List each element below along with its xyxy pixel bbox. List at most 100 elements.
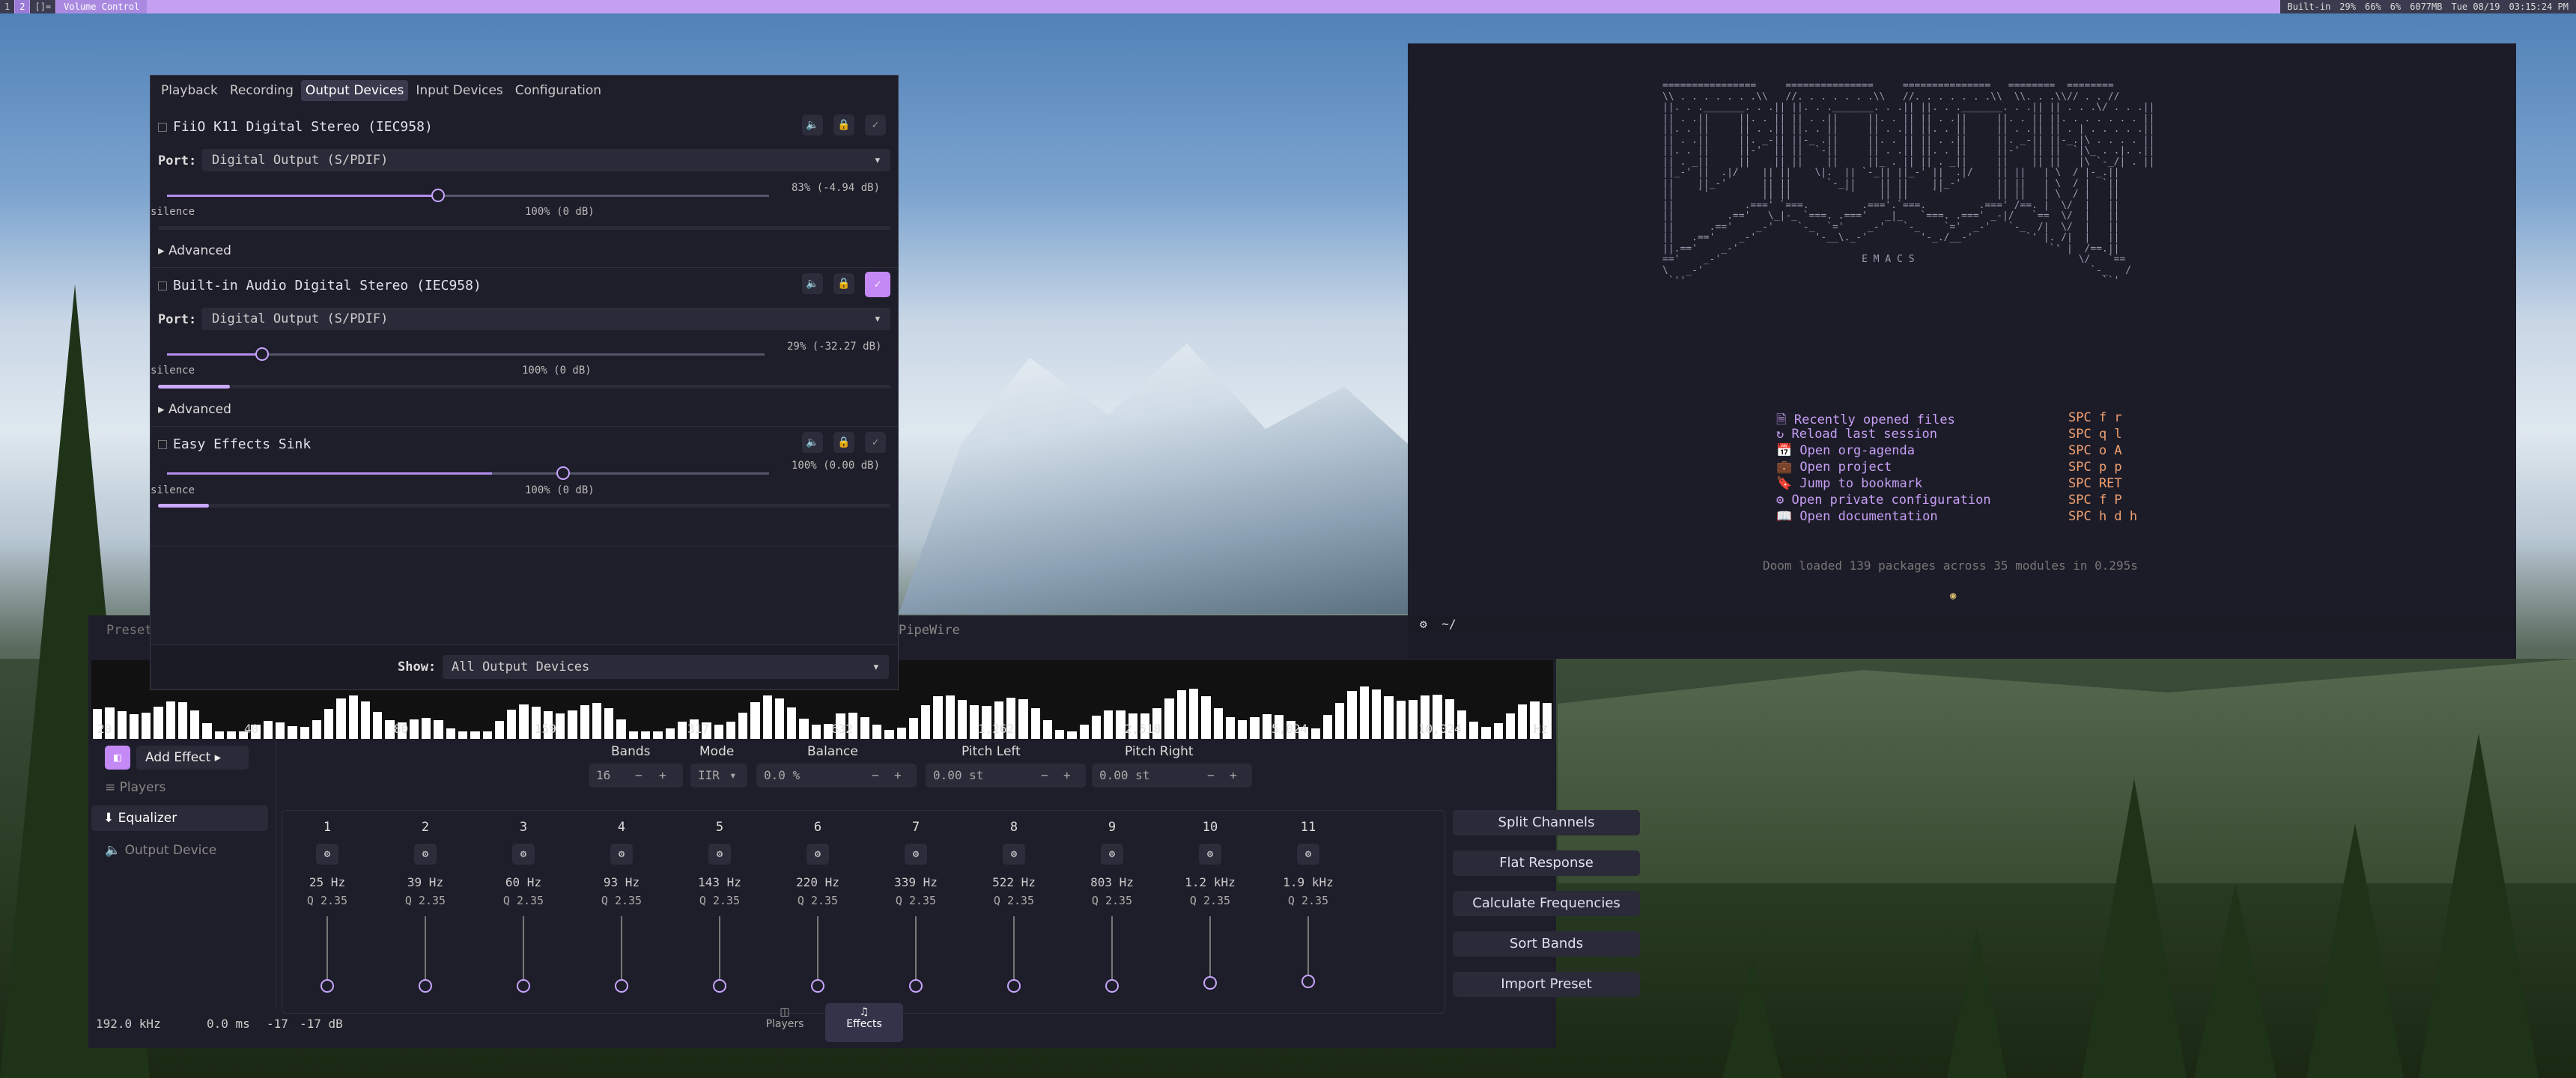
band-gain-slider[interactable] [1307, 916, 1309, 981]
band-gain-slider[interactable] [425, 916, 426, 981]
band-frequency: 339 Hz [894, 875, 938, 889]
tab-configuration[interactable]: Configuration [511, 80, 606, 101]
bands-spinner[interactable]: 16 − + [589, 764, 683, 788]
band-gain-handle[interactable] [1301, 975, 1315, 988]
gear-icon[interactable]: ⚙ [512, 844, 535, 865]
volume-slider-handle[interactable] [556, 466, 570, 480]
tab-input-devices[interactable]: Input Devices [411, 80, 507, 101]
gear-icon[interactable]: ⚙ [414, 844, 437, 865]
import-preset-button[interactable]: Import Preset [1453, 972, 1640, 997]
lock-icon[interactable]: 🔒 [833, 432, 854, 453]
tab-output-devices[interactable]: Output Devices [300, 80, 409, 101]
minus-icon[interactable]: − [635, 764, 643, 788]
set-default-button[interactable]: ✓ [865, 272, 890, 297]
pipewire-label[interactable]: PipeWire [899, 623, 960, 638]
band-gain-slider[interactable] [1209, 916, 1211, 981]
band-gain-handle[interactable] [615, 979, 628, 993]
sidebar-item-label: Players [119, 780, 166, 795]
minus-icon[interactable]: − [1207, 764, 1215, 788]
mode-dropdown[interactable]: IIR ▾ [690, 764, 747, 788]
volume-slider[interactable] [167, 195, 769, 197]
band-gain-slider[interactable] [326, 916, 328, 981]
set-default-button[interactable]: ✓ [865, 432, 886, 453]
workspace-1[interactable]: 1 [0, 0, 15, 13]
sidebar-item-output-device[interactable]: 🔈 Output Device [105, 843, 216, 858]
split-channels-button[interactable]: Split Channels [1453, 810, 1640, 835]
plus-icon[interactable]: + [1063, 764, 1071, 788]
plus-icon[interactable]: + [1230, 764, 1237, 788]
mute-button[interactable]: 🔈 [802, 115, 823, 135]
flat-response-button[interactable]: Flat Response [1453, 850, 1640, 876]
device-checkbox[interactable] [158, 281, 167, 290]
gear-icon[interactable]: ⚙ [806, 844, 829, 865]
band-gain-handle[interactable] [1105, 979, 1119, 993]
mute-button[interactable]: 🔈 [802, 273, 823, 294]
preset-label[interactable]: Preset [106, 623, 152, 638]
band-gain-handle[interactable] [909, 979, 923, 993]
minus-icon[interactable]: − [1041, 764, 1048, 788]
sort-bands-button[interactable]: Sort Bands [1453, 931, 1640, 957]
add-effect-button[interactable]: Add Effect ▸ [136, 746, 249, 770]
volume-slider-handle[interactable] [431, 189, 446, 202]
show-dropdown[interactable]: All Output Devices ▾ [443, 655, 889, 679]
volume-slider[interactable] [167, 472, 769, 475]
device-checkbox[interactable] [158, 123, 167, 132]
band-gain-slider[interactable] [915, 916, 917, 981]
tab-playback[interactable]: Playback [157, 80, 222, 101]
dashboard-item[interactable]: ↻ Reload last session SPC q l [1776, 427, 2166, 442]
volume-slider-handle[interactable] [255, 347, 269, 361]
band-gain-handle[interactable] [321, 979, 334, 993]
bottom-tab-players[interactable]: ◫ Players [756, 1003, 813, 1042]
band-gain-handle[interactable] [1007, 979, 1021, 993]
band-gain-handle[interactable] [1203, 976, 1217, 990]
dashboard-item[interactable]: 💼 Open project SPC p p [1776, 460, 2166, 475]
gear-icon[interactable]: ⚙ [905, 844, 927, 865]
minus-icon[interactable]: − [872, 764, 879, 788]
band-gain-slider[interactable] [1013, 916, 1015, 981]
lock-icon[interactable]: 🔒 [833, 115, 854, 135]
dashboard-item[interactable]: ⚙ Open private configuration SPC f P [1776, 493, 2166, 508]
band-gain-handle[interactable] [517, 979, 530, 993]
pitch-left-spinner[interactable]: 0.00 st − + [926, 764, 1086, 788]
gear-icon[interactable]: ⚙ [1199, 844, 1221, 865]
tab-recording[interactable]: Recording [225, 80, 298, 101]
pitch-right-spinner[interactable]: 0.00 st − + [1092, 764, 1252, 788]
band-gain-handle[interactable] [419, 979, 432, 993]
sidebar-item-equalizer[interactable]: ⬇ Equalizer [91, 806, 268, 831]
advanced-expander[interactable]: ▸ Advanced [158, 243, 231, 258]
gear-icon[interactable]: ⚙ [610, 844, 633, 865]
plus-icon[interactable]: + [894, 764, 902, 788]
layout-indicator[interactable]: []= [30, 0, 56, 13]
mute-button[interactable]: 🔈 [802, 432, 823, 453]
band-gain-slider[interactable] [817, 916, 818, 981]
band-gain-slider[interactable] [1111, 916, 1113, 981]
sidebar-toggle-button[interactable]: ◧ [105, 746, 130, 770]
gear-icon[interactable]: ⚙ [316, 844, 338, 865]
dashboard-item[interactable]: 📅 Open org-agenda SPC o A [1776, 443, 2166, 458]
calculate-frequencies-button[interactable]: Calculate Frequencies [1453, 891, 1640, 916]
device-checkbox[interactable] [158, 440, 167, 449]
workspace-2[interactable]: 2 [15, 0, 30, 13]
port-dropdown[interactable]: Digital Output (S/PDIF) ▾ [201, 308, 890, 330]
port-dropdown[interactable]: Digital Output (S/PDIF) ▾ [201, 149, 890, 171]
volume-level: 29% [2339, 1, 2356, 12]
band-gain-slider[interactable] [621, 916, 622, 981]
dashboard-item[interactable]: 📖 Open documentation SPC h d h [1776, 509, 2166, 524]
chevron-down-icon: ▾ [873, 153, 881, 168]
gear-icon[interactable]: ⚙ [1297, 844, 1319, 865]
lock-icon[interactable]: 🔒 [833, 273, 854, 294]
plus-icon[interactable]: + [659, 764, 666, 788]
sidebar-item-players[interactable]: ≡ Players [105, 780, 165, 795]
band-gain-handle[interactable] [811, 979, 824, 993]
bottom-tab-effects[interactable]: ♫ Effects [825, 1003, 903, 1042]
gear-icon[interactable]: ⚙ [1003, 844, 1025, 865]
band-gain-slider[interactable] [719, 916, 720, 981]
gear-icon[interactable]: ⚙ [708, 844, 731, 865]
advanced-expander[interactable]: ▸ Advanced [158, 402, 231, 417]
dashboard-item[interactable]: 🔖 Jump to bookmark SPC RET [1776, 476, 2166, 491]
band-gain-handle[interactable] [713, 979, 726, 993]
set-default-button[interactable]: ✓ [865, 115, 886, 135]
band-gain-slider[interactable] [523, 916, 524, 981]
gear-icon[interactable]: ⚙ [1101, 844, 1123, 865]
balance-spinner[interactable]: 0.0 % − + [756, 764, 917, 788]
